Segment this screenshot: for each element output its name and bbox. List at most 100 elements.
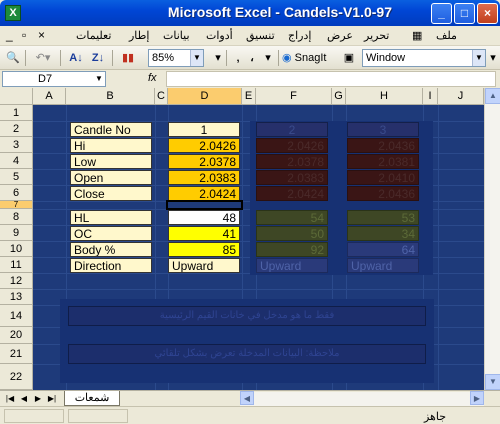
note-row14[interactable]: فقط ما هو مدخل في خانات القيم الرئيسية <box>68 306 426 326</box>
row-header-14[interactable]: 14 <box>0 305 33 327</box>
label-oc[interactable]: OC <box>70 226 152 241</box>
selected-cell-d7[interactable] <box>166 200 243 210</box>
first-sheet-icon[interactable]: |◀ <box>4 393 16 405</box>
row-header-5[interactable]: 5 <box>0 169 33 185</box>
menu-tools[interactable]: أدوات <box>206 29 233 42</box>
decrease-decimal-icon[interactable]: ‚ <box>232 49 244 67</box>
row-header-8[interactable]: 8 <box>0 209 33 225</box>
candle1-low[interactable]: 2.0378 <box>168 154 240 169</box>
column-header-b[interactable]: B <box>66 88 155 105</box>
sheet-tab-candles[interactable]: شمعات <box>64 391 120 406</box>
row-header-2[interactable]: 2 <box>0 121 33 137</box>
snagit-settings-icon[interactable]: ▣ <box>340 49 358 67</box>
menu-window[interactable]: إطار <box>129 29 149 42</box>
candle2-no[interactable]: 2 <box>256 122 328 137</box>
excel-app-icon[interactable]: X <box>5 5 21 21</box>
horizontal-scrollbar[interactable]: ◀ ▶ <box>240 391 484 406</box>
column-header-d[interactable]: D <box>168 88 242 105</box>
row-header-13[interactable]: 13 <box>0 289 33 305</box>
menu-help[interactable]: تعليمات <box>76 29 111 42</box>
label-body-pct[interactable]: Body % <box>70 242 152 257</box>
vertical-scrollbar[interactable]: ▲ ▼ <box>484 88 500 390</box>
sort-descending-icon[interactable]: Z↓ <box>88 49 108 67</box>
workbook-close-button[interactable]: × <box>38 28 45 42</box>
window-select[interactable]: Window ▼ <box>362 49 486 67</box>
comma-style-icon[interactable]: ، <box>246 49 258 67</box>
candle1-oc[interactable]: 41 <box>168 226 240 241</box>
row-header-7[interactable]: 7 <box>0 201 33 209</box>
candle2-open[interactable]: 2.0383 <box>256 170 328 185</box>
candle3-direction[interactable]: Upward <box>347 258 419 273</box>
scroll-up-icon[interactable]: ▲ <box>485 88 500 104</box>
row-header-1[interactable]: 1 <box>0 105 33 121</box>
chevron-down-icon[interactable]: ▼ <box>190 50 203 66</box>
formula-input[interactable] <box>166 71 496 87</box>
menu-data[interactable]: بيانات <box>163 29 190 42</box>
note-row20[interactable]: ملاحظة: البيانات المدخلة تعرض بشكل تلقائ… <box>68 344 426 364</box>
column-header-f[interactable]: F <box>256 88 332 105</box>
sort-ascending-icon[interactable]: A↓ <box>66 49 86 67</box>
candle1-direction[interactable]: Upward <box>168 258 240 273</box>
menu-edit[interactable]: تحرير <box>364 29 389 42</box>
maximize-button[interactable]: □ <box>454 3 475 24</box>
name-box[interactable]: D7 ▼ <box>2 71 106 87</box>
candle3-no[interactable]: 3 <box>347 122 419 137</box>
menu-format[interactable]: تنسيق <box>246 29 275 42</box>
candle1-close[interactable]: 2.0424 <box>168 186 240 201</box>
candle1-hl[interactable]: 48 <box>168 210 240 225</box>
candle2-low[interactable]: 2.0378 <box>256 154 328 169</box>
toolbar-options-icon[interactable]: ▾ <box>262 49 274 67</box>
row-header-9[interactable]: 9 <box>0 225 33 241</box>
label-candle-no[interactable]: Candle No <box>70 122 152 137</box>
row-header-11[interactable]: 11 <box>0 257 33 273</box>
candle3-body[interactable]: 64 <box>347 242 419 257</box>
snagit-button[interactable]: ◉ SnagIt <box>282 49 338 67</box>
row-header-21[interactable]: 21 <box>0 344 33 364</box>
prev-sheet-icon[interactable]: ◀ <box>18 393 30 405</box>
zoom-select[interactable]: 85% ▼ <box>148 49 204 67</box>
column-header-i[interactable]: I <box>423 88 438 105</box>
toolbar-options-icon[interactable]: ▾ <box>212 49 224 67</box>
candle2-body[interactable]: 92 <box>256 242 328 257</box>
next-sheet-icon[interactable]: ▶ <box>32 393 44 405</box>
column-header-h[interactable]: H <box>346 88 423 105</box>
menu-insert[interactable]: إدراج <box>288 29 311 42</box>
label-direction[interactable]: Direction <box>70 258 152 273</box>
candle1-body[interactable]: 85 <box>168 242 240 257</box>
insert-function-icon[interactable]: fx <box>148 72 157 84</box>
workbook-restore-button[interactable]: ▫ <box>22 28 26 42</box>
toolbar-options-icon[interactable]: ▾ <box>488 49 498 67</box>
candle2-hl[interactable]: 54 <box>256 210 328 225</box>
row-header-4[interactable]: 4 <box>0 153 33 169</box>
column-header-a[interactable]: A <box>33 88 66 105</box>
chevron-down-icon[interactable]: ▼ <box>93 72 105 86</box>
select-all-button[interactable] <box>0 88 33 105</box>
menu-view[interactable]: عرض <box>327 29 353 42</box>
row-header-20[interactable]: 20 <box>0 327 33 344</box>
label-open[interactable]: Open <box>70 170 152 185</box>
row-header-12[interactable]: 12 <box>0 273 33 289</box>
candle2-oc[interactable]: 50 <box>256 226 328 241</box>
scroll-right-icon[interactable]: ▶ <box>470 391 484 405</box>
undo-icon[interactable]: ↶▾ <box>30 49 56 67</box>
column-header-e[interactable]: E <box>242 88 256 105</box>
row-header-6[interactable]: 6 <box>0 185 33 201</box>
label-close[interactable]: Close <box>70 186 152 201</box>
column-header-c[interactable]: C <box>155 88 168 105</box>
scroll-down-icon[interactable]: ▼ <box>485 374 500 390</box>
candle1-open[interactable]: 2.0383 <box>168 170 240 185</box>
candle3-hi[interactable]: 2.0436 <box>347 138 419 153</box>
candle3-hl[interactable]: 53 <box>347 210 419 225</box>
candle2-close[interactable]: 2.0424 <box>256 186 328 201</box>
candle3-low[interactable]: 2.0381 <box>347 154 419 169</box>
candle1-no[interactable]: 1 <box>168 122 240 137</box>
chevron-down-icon[interactable]: ▼ <box>472 50 485 66</box>
candle1-hi[interactable]: 2.0426 <box>168 138 240 153</box>
excel-doc-icon[interactable]: ▦ <box>412 29 422 42</box>
candle3-close[interactable]: 2.0436 <box>347 186 419 201</box>
row-header-3[interactable]: 3 <box>0 137 33 153</box>
candle3-oc[interactable]: 34 <box>347 226 419 241</box>
candle2-hi[interactable]: 2.0426 <box>256 138 328 153</box>
menu-file[interactable]: ملف <box>436 29 457 42</box>
last-sheet-icon[interactable]: ▶| <box>46 393 58 405</box>
